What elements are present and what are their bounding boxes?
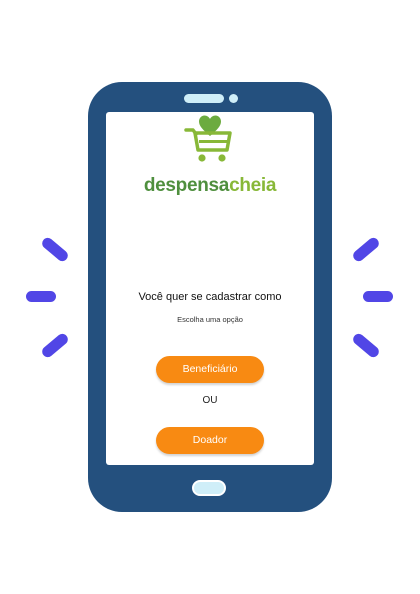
shopping-cart-with-heart-icon [184,115,232,162]
beneficiary-button[interactable]: Beneficiário [156,356,264,383]
brand-part-1: despensa [143,175,230,196]
brand-logo-text: despensacheia [106,175,314,197]
donor-button[interactable]: Doador [156,427,264,454]
phone-frame: despensacheia Você quer se cadastrar com… [88,82,332,512]
signup-question: Você quer se cadastrar como [138,291,282,303]
phone-screen: despensacheia Você quer se cadastrar com… [106,112,314,465]
ray-right-bottom [350,331,382,360]
ray-right-middle [363,291,393,302]
ray-right-top [350,235,382,264]
phone-home-button [192,480,226,496]
phone-camera [229,94,238,103]
signup-hint: Escolha uma opção [177,315,243,324]
or-separator: OU [202,395,218,406]
ray-left-top [39,235,71,264]
ray-left-bottom [39,331,71,360]
ray-left-middle [26,291,56,302]
phone-speaker [184,94,224,103]
brand-part-2: cheia [229,175,277,196]
